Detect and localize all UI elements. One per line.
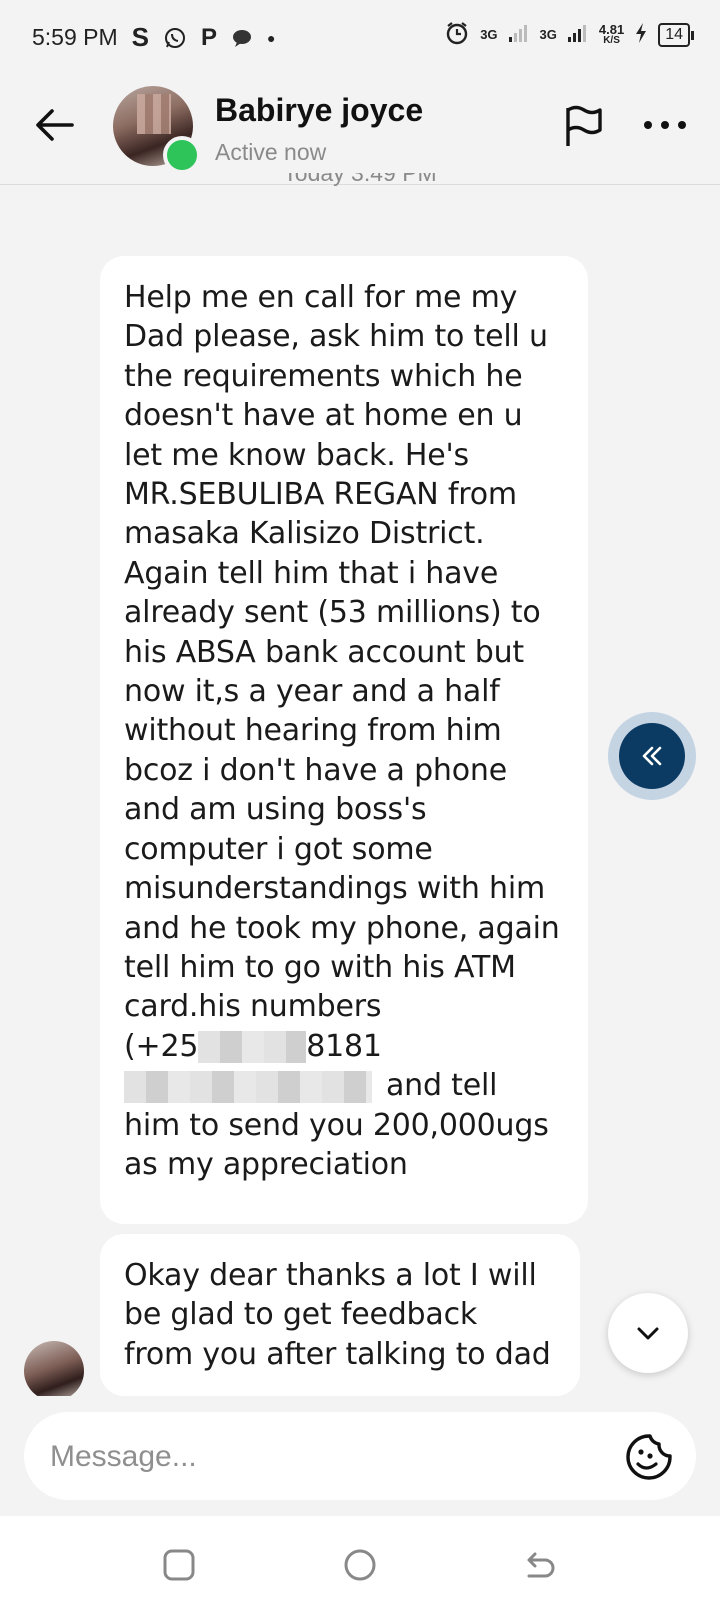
redacted-phone-digits (198, 1031, 307, 1064)
message-line: from you after talking to dad (124, 1336, 551, 1372)
message-line: doesn't have at home en u (124, 398, 523, 434)
online-indicator (163, 136, 201, 174)
message-line: tell him to go with his ATM (124, 949, 516, 985)
message-line: as my appreciation (124, 1146, 408, 1182)
double-chevron-left-icon (619, 723, 685, 789)
circle-icon (344, 1549, 376, 1581)
chevron-down-icon (637, 1327, 659, 1340)
incoming-message-bubble-2[interactable]: Okay dear thanks a lot I will be glad to… (100, 1234, 580, 1396)
status-bar-left: 5:59 PM S P ● (32, 22, 275, 53)
message-line: and am using boss's (124, 792, 427, 828)
message-line: bcoz i don't have a phone (124, 752, 507, 788)
avatar-face-pixelated (137, 94, 171, 134)
message-input[interactable] (48, 1430, 612, 1484)
message-line: now it,s a year and a half (124, 674, 500, 710)
report-flag-button[interactable] (560, 102, 608, 150)
sticker-button[interactable] (624, 1432, 674, 1482)
message-line: computer i got some (124, 831, 433, 867)
scroll-down-button[interactable] (608, 1293, 688, 1373)
status-bar-right: 3G 3G 4.81 K/S 14 (444, 20, 694, 49)
back-arrow-icon (527, 1552, 555, 1578)
square-icon (163, 1549, 195, 1581)
message-line: his ABSA bank account but (124, 634, 524, 670)
charging-icon (634, 22, 648, 47)
message-line: Again tell him that i have (124, 555, 499, 591)
back-nav-button[interactable] (521, 1546, 559, 1584)
dot-icon: ● (267, 29, 276, 46)
status-bar: 5:59 PM S P ● 3G 3G 4.81 K/S 14 (0, 0, 720, 72)
message-line: Dad please, ask him to tell u (124, 319, 548, 355)
message-line: without hearing from him (124, 713, 502, 749)
more-horizontal-icon (644, 121, 686, 129)
message-timestamp-text: Today 3:49 PM (283, 173, 437, 186)
after-redaction-text: and tell (386, 1068, 498, 1104)
network-3g-label-2: 3G (539, 27, 557, 42)
message-line: the requirements which he (124, 358, 523, 394)
phone-suffix: 8181 (306, 1028, 382, 1064)
message-line: already sent (53 millions) to (124, 595, 541, 631)
home-button[interactable] (341, 1546, 379, 1584)
back-button[interactable] (30, 100, 80, 150)
p-app-icon: P (201, 23, 218, 51)
whatsapp-icon (163, 26, 187, 50)
redacted-number (124, 1070, 372, 1103)
message-line: Help me en call for me my (124, 280, 518, 315)
recent-apps-button[interactable] (160, 1546, 198, 1584)
s-app-icon: S (131, 22, 149, 52)
phone-prefix: (+25 (124, 1028, 199, 1064)
incoming-message-bubble[interactable]: Help me en call for me my Dad please, as… (100, 256, 588, 1224)
message-line: masaka Kalisizo District. (124, 516, 485, 552)
signal-icon (508, 23, 530, 46)
arrow-left-icon (36, 109, 74, 141)
alarm-icon (444, 20, 470, 49)
message-composer (24, 1412, 696, 1500)
flag-icon (566, 105, 602, 146)
chat-header: Babirye joyce Active now (0, 72, 720, 185)
message-line: card.his numbers (124, 989, 382, 1025)
network-speed-unit: K/S (603, 34, 620, 46)
phone-number-line: (+25 8181 (124, 1027, 564, 1066)
message-line: MR.SEBULIBA REGAN from (124, 477, 517, 513)
network-speed: 4.81 K/S (598, 21, 625, 46)
scroll-to-reply-button[interactable] (608, 712, 696, 800)
chat-bubble-icon (231, 28, 253, 48)
signal-icon-2 (567, 23, 589, 46)
message-line: be glad to get feedback (124, 1297, 478, 1333)
network-3g-label: 3G (480, 27, 498, 42)
contact-avatar[interactable] (113, 86, 201, 174)
network-speed-value: 4.81 (598, 21, 625, 37)
status-time: 5:59 PM (32, 24, 118, 50)
message-line: let me know back. He's (124, 437, 469, 473)
message-line: misunderstandings with him (124, 871, 545, 907)
message-line: and he took my phone, again (124, 910, 560, 946)
sender-avatar[interactable] (24, 1341, 84, 1401)
system-nav-bar (0, 1516, 720, 1612)
battery-level: 14 (658, 22, 694, 47)
message-timestamp: Today 3:49 PM (0, 173, 720, 195)
more-options-button[interactable] (640, 110, 690, 140)
contact-status: Active now (215, 139, 327, 165)
message-line: him to send you 200,000ugs (124, 1107, 549, 1143)
redacted-line: and tell (124, 1066, 564, 1105)
message-line: Okay dear thanks a lot I will (124, 1258, 537, 1293)
contact-name[interactable]: Babirye joyce (215, 92, 423, 129)
sticker-icon (626, 1434, 672, 1480)
